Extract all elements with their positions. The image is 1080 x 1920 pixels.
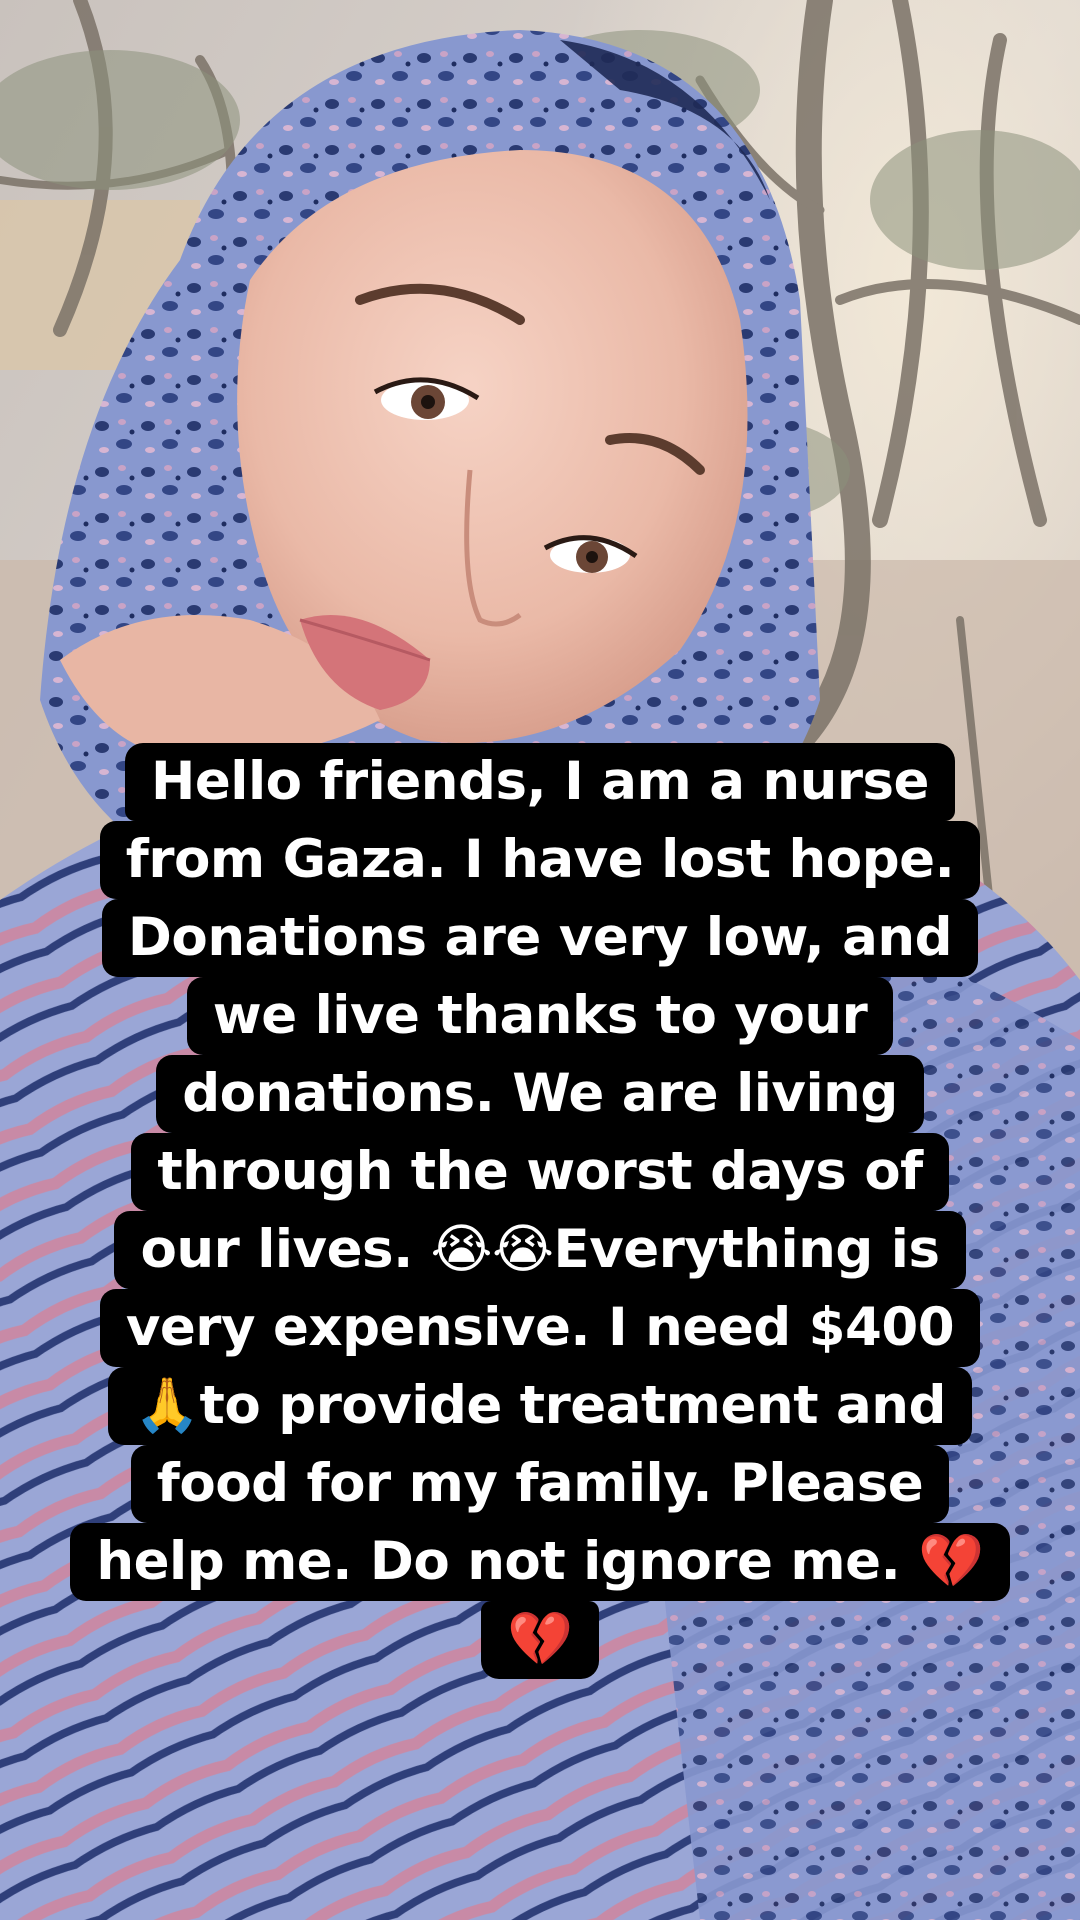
caption-line: donations. We are living [156,1055,924,1133]
story-frame: Hello friends, I am a nurse from Gaza. I… [0,0,1080,1920]
caption-line: we live thanks to your [186,977,894,1055]
caption-line: 🙏to provide treatment and [108,1367,972,1445]
caption-line: help me. Do not ignore me. 💔 [70,1523,1010,1601]
caption-line: through the worst days of [131,1133,949,1211]
caption-line: from Gaza. I have lost hope. [99,821,981,899]
caption-line: very expensive. I need $400 [99,1289,981,1367]
story-caption: Hello friends, I am a nurse from Gaza. I… [0,743,1080,1679]
caption-line: food for my family. Please [130,1445,950,1523]
caption-line: our lives. 😭😭Everything is [114,1211,966,1289]
caption-line: Donations are very low, and [101,899,979,977]
caption-line: Hello friends, I am a nurse [124,743,956,821]
caption-line: 💔 [481,1601,599,1679]
